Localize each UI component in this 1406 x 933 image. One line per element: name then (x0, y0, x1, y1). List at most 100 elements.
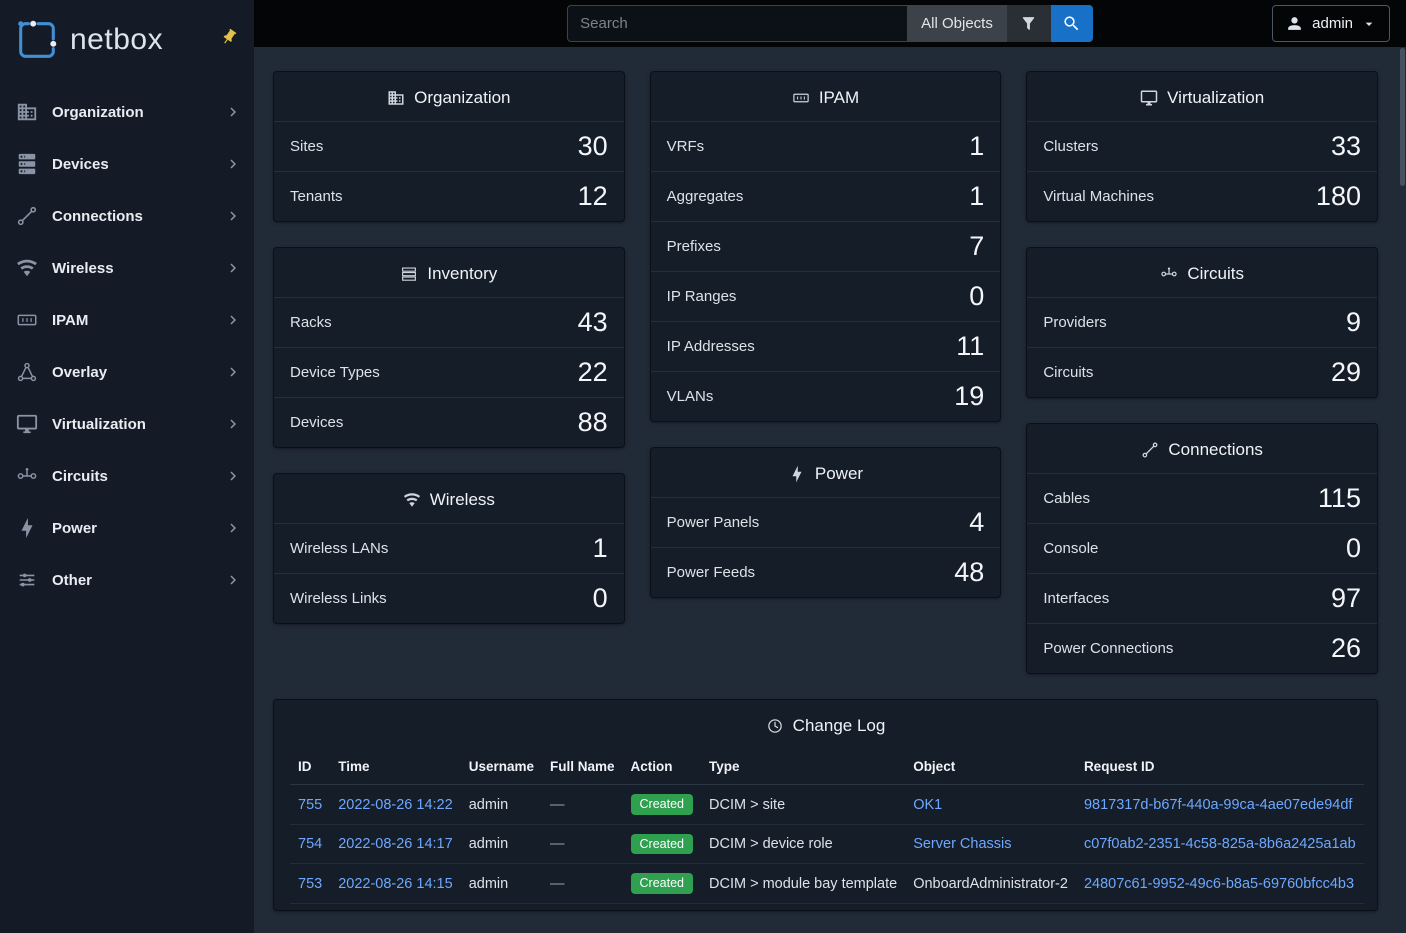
stat-link-ip-addresses[interactable]: IP Addresses (667, 338, 755, 355)
dashboard-content: Organization Sites 30 Tenants 12 (254, 47, 1406, 933)
card-title-text: Virtualization (1167, 88, 1264, 108)
sidebar-item-overlay[interactable]: Overlay (0, 346, 254, 398)
stat-link-vlans[interactable]: VLANs (667, 388, 714, 405)
changelog-request-id-link[interactable]: c07f0ab2-2351-4c58-825a-8b6a2425a1ab (1084, 836, 1356, 852)
stat-link-wireless-links[interactable]: Wireless Links (290, 590, 387, 607)
stat-value: 0 (593, 583, 608, 614)
stat-row: Prefixes 7 (651, 221, 1001, 271)
stat-link-circuits[interactable]: Circuits (1043, 364, 1093, 381)
changelog-id-link[interactable]: 754 (298, 836, 322, 852)
global-search: All Objects (567, 5, 1093, 42)
stat-link-device-types[interactable]: Device Types (290, 364, 380, 381)
stat-link-prefixes[interactable]: Prefixes (667, 238, 721, 255)
stat-link-power-connections[interactable]: Power Connections (1043, 640, 1173, 657)
stat-link-tenants[interactable]: Tenants (290, 188, 343, 205)
changelog-time-link[interactable]: 2022-08-26 14:17 (338, 836, 453, 852)
changelog-request-id-link[interactable]: 9817317d-b67f-440a-99ca-4ae07ede94df (1084, 797, 1352, 813)
sidebar-header: netbox (0, 0, 254, 80)
sidebar-item-virtualization[interactable]: Virtualization (0, 398, 254, 450)
stat-link-racks[interactable]: Racks (290, 314, 332, 331)
stat-link-virtual-machines[interactable]: Virtual Machines (1043, 188, 1154, 205)
stat-value: 1 (969, 181, 984, 212)
column-header-action: Action (623, 749, 701, 785)
chevron-right-icon (224, 155, 242, 173)
changelog-type: DCIM > module bay template (701, 864, 905, 904)
sidebar-item-wireless[interactable]: Wireless (0, 242, 254, 294)
stat-value: 19 (954, 381, 984, 412)
stat-value: 0 (969, 281, 984, 312)
search-submit-button[interactable] (1051, 5, 1093, 42)
stat-value: 12 (578, 181, 608, 212)
stat-row: Power Feeds 48 (651, 547, 1001, 597)
stat-link-power-panels[interactable]: Power Panels (667, 514, 760, 531)
stat-link-wireless-lans[interactable]: Wireless LANs (290, 540, 388, 557)
chevron-right-icon (224, 311, 242, 329)
search-input[interactable] (567, 5, 907, 42)
sidebar-item-label: Connections (52, 208, 210, 225)
stat-link-console[interactable]: Console (1043, 540, 1098, 557)
stat-value: 88 (578, 407, 608, 438)
stat-value: 22 (578, 357, 608, 388)
changelog-time-link[interactable]: 2022-08-26 14:15 (338, 876, 453, 892)
stat-link-sites[interactable]: Sites (290, 138, 323, 155)
cable-icon (16, 205, 38, 227)
stat-link-vrfs[interactable]: VRFs (667, 138, 705, 155)
changelog-time-link[interactable]: 2022-08-26 14:22 (338, 797, 453, 813)
stat-row: Tenants 12 (274, 171, 624, 221)
sidebar-item-devices[interactable]: Devices (0, 138, 254, 190)
changelog-object-link[interactable]: OK1 (913, 797, 942, 813)
stat-link-ip-ranges[interactable]: IP Ranges (667, 288, 737, 305)
changelog-request-id-link[interactable]: 24807c61-9952-49c6-b8a5-69760bfcc4b3 (1084, 876, 1354, 892)
stat-row: VLANs 19 (651, 371, 1001, 421)
search-filter-button[interactable] (1007, 5, 1051, 42)
search-scope-button[interactable]: All Objects (907, 5, 1007, 42)
stat-value: 115 (1318, 483, 1361, 514)
stat-value: 7 (969, 231, 984, 262)
card-inventory: Inventory Racks 43 Device Types 22 Devic… (273, 247, 625, 448)
card-title-text: Inventory (427, 264, 497, 284)
stat-value: 30 (578, 131, 608, 162)
transit-icon (1160, 265, 1178, 283)
netbox-logo[interactable]: netbox (14, 17, 163, 63)
stat-value: 180 (1316, 181, 1361, 212)
sidebar-item-connections[interactable]: Connections (0, 190, 254, 242)
stat-link-aggregates[interactable]: Aggregates (667, 188, 744, 205)
changelog-id-link[interactable]: 755 (298, 797, 322, 813)
card-ipam: IPAM VRFs 1 Aggregates 1 Prefixes 7 (650, 71, 1002, 422)
user-menu-label: admin (1312, 15, 1353, 32)
stat-link-providers[interactable]: Providers (1043, 314, 1106, 331)
sidebar-item-organization[interactable]: Organization (0, 86, 254, 138)
stat-link-clusters[interactable]: Clusters (1043, 138, 1098, 155)
stat-row: Wireless LANs 1 (274, 523, 624, 573)
server-icon (16, 153, 38, 175)
monitor-icon (16, 413, 38, 435)
stat-link-cables[interactable]: Cables (1043, 490, 1090, 507)
changelog-object-link[interactable]: Server Chassis (913, 836, 1011, 852)
stat-link-power-feeds[interactable]: Power Feeds (667, 564, 755, 581)
stat-link-interfaces[interactable]: Interfaces (1043, 590, 1109, 607)
user-icon (1285, 14, 1304, 33)
stat-value: 1 (593, 533, 608, 564)
sidebar-item-ipam[interactable]: IPAM (0, 294, 254, 346)
column-header-request-id: Request ID (1076, 749, 1364, 785)
user-menu-button[interactable]: admin (1272, 5, 1390, 42)
scrollbar[interactable] (1400, 48, 1405, 186)
sidebar-item-label: Virtualization (52, 416, 210, 433)
transit-icon (16, 465, 38, 487)
column-header-username: Username (461, 749, 542, 785)
card-virtualization: Virtualization Clusters 33 Virtual Machi… (1026, 71, 1378, 222)
sidebar-item-power[interactable]: Power (0, 502, 254, 554)
topbar: All Objects admin (254, 0, 1406, 47)
stat-row: Providers 9 (1027, 297, 1377, 347)
changelog-id-link[interactable]: 753 (298, 876, 322, 892)
sidebar-item-circuits[interactable]: Circuits (0, 450, 254, 502)
stat-link-devices[interactable]: Devices (290, 414, 343, 431)
sidebar-pin-button[interactable] (218, 26, 240, 51)
table-row: 753 2022-08-26 14:15 admin — Created DCI… (290, 864, 1364, 904)
card-wireless: Wireless Wireless LANs 1 Wireless Links … (273, 473, 625, 624)
changelog-object: OnboardAdministrator-2 (905, 864, 1076, 904)
stat-row: Virtual Machines 180 (1027, 171, 1377, 221)
search-icon (1062, 14, 1081, 33)
sidebar-item-other[interactable]: Other (0, 554, 254, 606)
stats-column-1: Organization Sites 30 Tenants 12 (273, 71, 625, 624)
